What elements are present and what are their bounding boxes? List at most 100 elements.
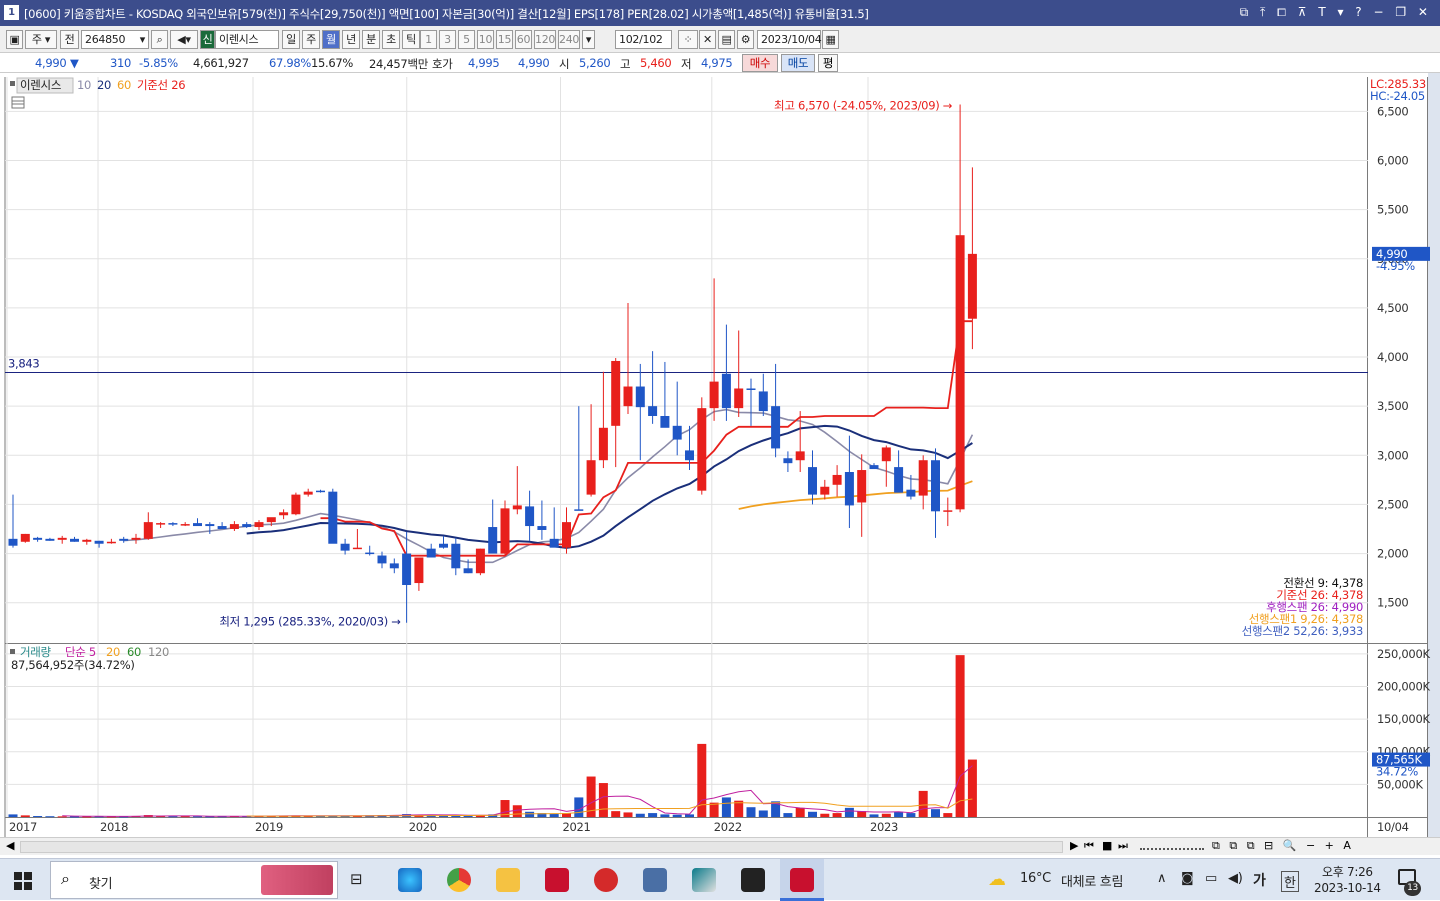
sell-button[interactable]: 매도 (781, 54, 815, 72)
chart-menu-icon[interactable]: ▣ (6, 30, 23, 49)
network-icon[interactable]: ▭ (1205, 871, 1217, 886)
panel-handle-icon[interactable] (10, 81, 15, 86)
buy-button[interactable]: 매수 (742, 54, 778, 72)
chrome-icon[interactable] (447, 868, 471, 892)
volume-bar (685, 814, 694, 817)
ichimoku-legend-item: 선행스팬2 52,26: 3,933 (1242, 624, 1363, 638)
zoom-slider[interactable] (1140, 844, 1204, 850)
period-tab-1[interactable]: 주 (302, 30, 320, 49)
kiwoom-hero-icon[interactable] (594, 868, 618, 892)
scroll-left-button[interactable]: ◀ (6, 839, 14, 852)
minute-option-7[interactable]: 240 (558, 30, 580, 49)
legend-stock-name: 이렌시스 (20, 78, 61, 92)
language-indicator[interactable]: 한 (1281, 871, 1299, 892)
kiwoom-chart-icon[interactable] (790, 868, 814, 892)
volume-bar (955, 655, 965, 817)
period-tab-2[interactable]: 월 (322, 30, 340, 49)
period-tab-3[interactable]: 년 (342, 30, 360, 49)
calendar-icon[interactable]: ▦ (822, 30, 839, 49)
task-view-icon[interactable]: ⊟ (350, 870, 363, 888)
stock-code-input[interactable]: 264850 ▾ (81, 30, 149, 49)
turnover-pct: 15.67% (311, 56, 354, 70)
minute-option-3[interactable]: 10 (477, 30, 494, 49)
weather-text[interactable]: 대체로 흐림 (1061, 871, 1123, 890)
ask-price: 4,995 (468, 56, 500, 70)
volume-bar (906, 813, 916, 817)
edge-icon[interactable] (398, 868, 422, 892)
minute-option-5[interactable]: 60 (515, 30, 532, 49)
all-button[interactable]: 전 (60, 30, 79, 49)
candle-body (746, 388, 756, 390)
window-controls[interactable]: ⧉ ⤒ ⧠ ⊼ T ▾ ? − ❐ ✕ (1240, 5, 1432, 20)
weather-cloud-icon[interactable]: ☁ (988, 869, 1006, 890)
clock-time[interactable]: 오후 7:26 (1322, 863, 1373, 880)
period-tab-6[interactable]: 틱 (402, 30, 420, 49)
high-label: 고 (620, 57, 631, 71)
scroll-right-button[interactable]: ▶ (1070, 839, 1078, 852)
webcam-icon[interactable]: ◙ (1181, 871, 1194, 886)
average-button[interactable]: 평 (818, 54, 838, 72)
minute-option-1[interactable]: 3 (439, 30, 456, 49)
time-axis-label: 2020 (409, 820, 437, 834)
weather-temp[interactable]: 16°C (1020, 871, 1051, 886)
chevron-down-icon[interactable]: ▾ (140, 31, 146, 48)
volume-panel-handle-icon[interactable] (10, 649, 15, 654)
minute-option-0[interactable]: 1 (420, 30, 437, 49)
candle-body (143, 522, 153, 539)
candle-body (808, 467, 817, 495)
price-axis-top-label: 6,500 (1377, 104, 1408, 118)
window-number: 1 (4, 5, 19, 20)
bar-count-field[interactable]: 102/102 (615, 30, 672, 49)
minute-option-2[interactable]: 5 (458, 30, 475, 49)
minute-option-6[interactable]: 120 (534, 30, 556, 49)
chart-scrollbar[interactable]: ◀ ▶ ⏮ ■ ⏭ ⧉ ⧉ ⧉ ⊟ 🔍 − + A (0, 837, 1440, 855)
period-unit-select[interactable]: 주 ▾ (25, 30, 57, 49)
cross-icon[interactable]: ✕ (699, 30, 716, 49)
search-icon[interactable]: ⌕ (151, 30, 168, 49)
volume-legend-ma20: 20 (106, 645, 120, 659)
notification-count: 13 (1404, 881, 1421, 896)
taskbar-search-box[interactable]: ⌕ 찾기 (50, 861, 338, 899)
period-tab-0[interactable]: 일 (282, 30, 300, 49)
scroll-first-button[interactable]: ⏮ (1084, 839, 1094, 853)
save-icon[interactable]: ▤ (718, 30, 735, 49)
minute-option-4[interactable]: 15 (496, 30, 513, 49)
minute-dropdown-icon[interactable]: ▾ (582, 30, 595, 49)
chart-area[interactable]: 6,5006,0005,5005,0004,5004,0003,5003,000… (0, 73, 1440, 837)
table-icon[interactable] (11, 96, 25, 109)
volume-icon[interactable]: ◀) (1228, 871, 1243, 886)
active-app-tab[interactable] (780, 859, 824, 901)
scroll-track[interactable] (20, 841, 1063, 853)
candle-body (709, 381, 719, 409)
date-input[interactable]: 2023/10/04 (757, 30, 822, 49)
scroll-last-button[interactable]: ⏭ (1118, 839, 1128, 853)
grid-icon[interactable]: ⁘ (678, 30, 698, 49)
stock-name-field[interactable]: 이렌시스 (215, 30, 279, 49)
chart-tools[interactable]: ⧉ ⧉ ⧉ ⊟ 🔍 − + A (1212, 839, 1354, 853)
price-axis-label: 4,000 (1377, 350, 1408, 364)
price-axis-label: 1,500 (1377, 596, 1408, 610)
window-title: [0600] 키움종합차트 - KOSDAQ 외국인보유[579(천)] 주식수… (24, 7, 869, 21)
sound-icon[interactable]: ◀▾ (170, 30, 198, 49)
calculator-icon[interactable] (643, 868, 667, 892)
clock-date[interactable]: 2023-10-14 (1314, 881, 1381, 895)
indicator-new-badge: 신 (200, 30, 215, 49)
volume-legend-name: 거래량 (20, 645, 52, 659)
period-tab-5[interactable]: 초 (382, 30, 400, 49)
period-tab-4[interactable]: 분 (362, 30, 380, 49)
volume-bar (611, 811, 621, 817)
sticky-notes-icon[interactable] (741, 868, 765, 892)
time-axis-label: 2023 (870, 820, 898, 834)
chevron-up-icon[interactable]: ∧ (1157, 871, 1167, 886)
ime-mode[interactable]: 가 (1253, 870, 1266, 890)
time-axis-label: 2018 (100, 820, 128, 834)
windows-start-icon[interactable] (14, 872, 32, 890)
candle-body (45, 538, 55, 541)
gear-icon[interactable]: ⚙ (737, 30, 754, 49)
network-app-icon[interactable] (692, 868, 716, 892)
kiwoom-app-icon[interactable] (545, 868, 569, 892)
scroll-stop-button[interactable]: ■ (1102, 839, 1112, 852)
candle-body (193, 523, 202, 527)
file-explorer-icon[interactable] (496, 868, 520, 892)
candle-body (955, 235, 965, 510)
